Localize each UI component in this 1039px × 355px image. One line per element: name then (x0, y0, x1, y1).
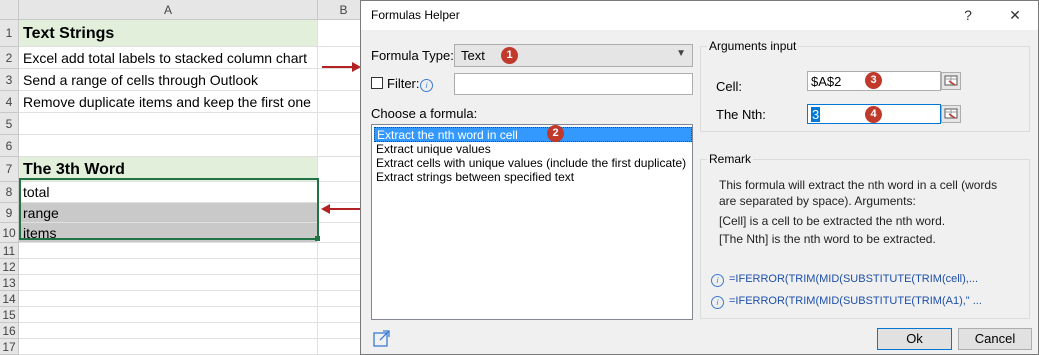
title-bar: Formulas Helper ? ✕ (361, 1, 1038, 30)
share-icon[interactable] (373, 329, 391, 347)
cell-a[interactable] (19, 113, 318, 135)
row-header[interactable]: 8 (0, 182, 19, 203)
fill-handle[interactable] (315, 236, 320, 241)
cell-a[interactable]: Excel add total labels to stacked column… (19, 47, 318, 69)
choose-formula-label: Choose a formula: (371, 106, 478, 121)
cell-a[interactable] (19, 323, 318, 339)
remark-text: [The Nth] is the nth word to be extracte… (719, 232, 936, 246)
formula-list[interactable]: Extract the nth word in cell Extract uni… (371, 124, 693, 320)
row-header[interactable]: 6 (0, 135, 19, 157)
remark-text: [Cell] is a cell to be extracted the nth… (719, 214, 946, 228)
cancel-button[interactable]: Cancel (958, 328, 1032, 350)
row-header[interactable]: 15 (0, 307, 19, 323)
filter-label: Filter: (387, 76, 420, 91)
remark-text: This formula will extract the nth word i… (719, 178, 998, 192)
row-header[interactable]: 5 (0, 113, 19, 135)
row-header[interactable]: 1 (0, 20, 19, 47)
column-header-a[interactable]: A (19, 0, 318, 20)
filter-input[interactable] (454, 73, 693, 95)
selection-range[interactable] (19, 178, 319, 240)
cell-a[interactable] (19, 339, 318, 355)
nth-label: The Nth: (716, 107, 766, 122)
row-header[interactable]: 10 (0, 223, 19, 243)
step-badge-1: 1 (501, 47, 518, 64)
formula-preview: =IFERROR(TRIM(MID(SUBSTITUTE(TRIM(cell),… (729, 273, 979, 285)
dialog-title: Formulas Helper (371, 8, 460, 22)
cell-a[interactable] (19, 259, 318, 275)
formula-list-item[interactable]: Extract unique values (374, 142, 692, 157)
range-select-icon[interactable] (941, 72, 961, 90)
formulas-helper-dialog: Formulas Helper ? ✕ Formula Type: Text ▼… (360, 0, 1039, 355)
formula-type-label: Formula Type: (371, 48, 454, 63)
step-badge-3: 3 (865, 72, 882, 89)
close-icon[interactable]: ✕ (1004, 5, 1026, 25)
help-icon[interactable]: ? (957, 5, 979, 25)
row-header[interactable]: 7 (0, 157, 19, 182)
info-icon[interactable]: i (420, 79, 433, 92)
ok-button[interactable]: Ok (877, 328, 952, 350)
cell-a[interactable]: Remove duplicate items and keep the firs… (19, 91, 318, 113)
arrow-right-icon (322, 62, 361, 72)
formula-type-dropdown[interactable]: Text ▼ (454, 44, 693, 67)
info-icon: i (711, 274, 724, 287)
chevron-down-icon: ▼ (676, 48, 686, 59)
range-select-icon[interactable] (941, 105, 961, 123)
formula-list-item[interactable]: Extract the nth word in cell (374, 127, 692, 142)
cell-a[interactable] (19, 307, 318, 323)
row-header[interactable]: 11 (0, 243, 19, 259)
cell-a[interactable]: Text Strings (19, 20, 318, 47)
row-header[interactable]: 9 (0, 203, 19, 223)
formula-type-value: Text (461, 48, 485, 63)
row-header[interactable]: 2 (0, 47, 19, 69)
row-header[interactable]: 13 (0, 275, 19, 291)
row-header[interactable]: 17 (0, 339, 19, 355)
row-header[interactable]: 3 (0, 69, 19, 91)
formula-preview: =IFERROR(TRIM(MID(SUBSTITUTE(TRIM(A1)," … (729, 295, 982, 307)
row-header[interactable]: 4 (0, 91, 19, 113)
formula-list-item[interactable]: Extract strings between specified text (374, 170, 692, 185)
step-badge-2: 2 (547, 125, 564, 142)
row-header[interactable]: 12 (0, 259, 19, 275)
spreadsheet: A B 1 Text Strings 2 Excel add total labels… (0, 0, 370, 355)
row-header[interactable]: 16 (0, 323, 19, 339)
cell-a[interactable]: Send a range of cells through Outlook (19, 69, 318, 91)
formula-list-item[interactable]: Extract cells with unique values (includ… (374, 156, 692, 171)
arguments-title: Arguments input (707, 39, 799, 53)
arrow-left-icon (321, 204, 360, 214)
select-all-corner[interactable] (0, 0, 19, 20)
remark-text: are separated by space). Arguments: (719, 194, 916, 208)
cell-a[interactable] (19, 135, 318, 157)
row-header[interactable]: 14 (0, 291, 19, 307)
info-icon: i (711, 296, 724, 309)
cell-a[interactable] (19, 243, 318, 259)
filter-checkbox[interactable] (371, 77, 383, 89)
remark-title: Remark (707, 152, 754, 166)
cell-a[interactable] (19, 291, 318, 307)
step-badge-4: 4 (865, 106, 882, 123)
nth-value: 3 (811, 107, 821, 122)
cell-label: Cell: (716, 79, 743, 94)
cell-a[interactable] (19, 275, 318, 291)
cell-value: $A$2 (811, 74, 842, 89)
